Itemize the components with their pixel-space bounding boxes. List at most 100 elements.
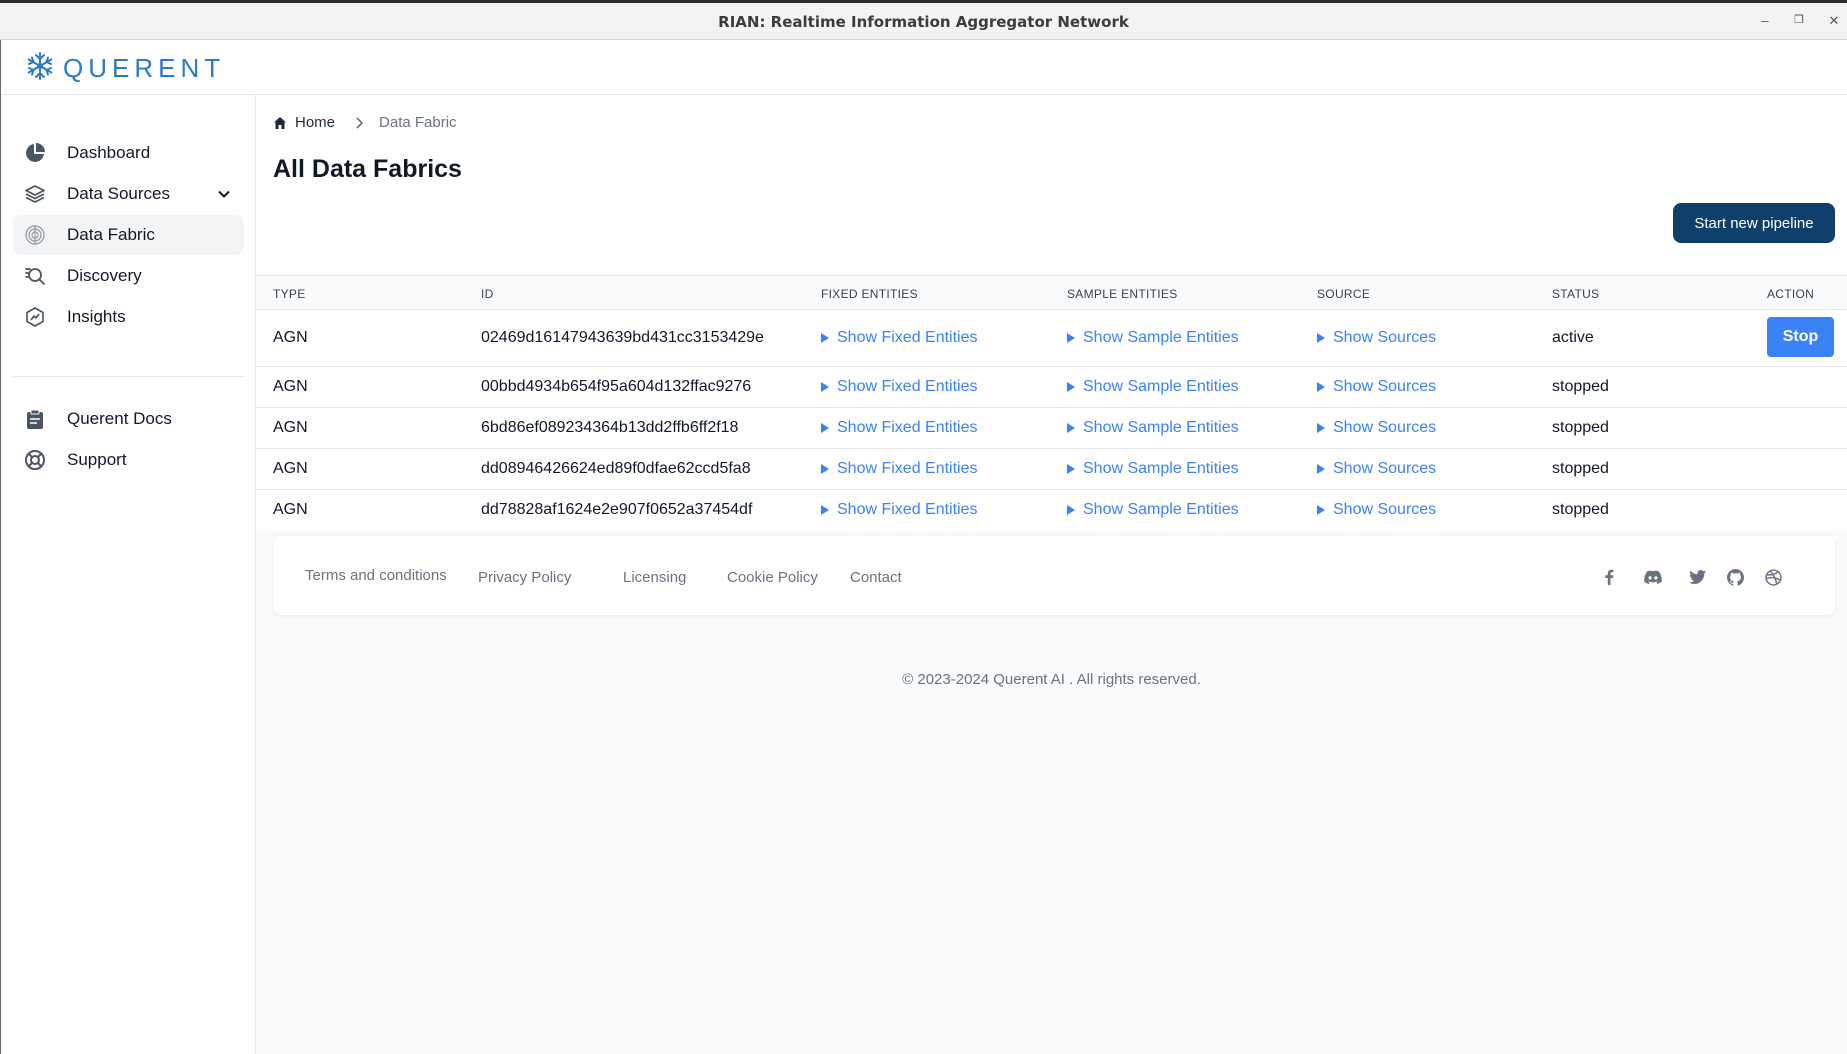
sidebar-item-dashboard[interactable]: Dashboard xyxy=(13,133,244,173)
table-header: TYPE ID FIXED ENTITIES SAMPLE ENTITIES S… xyxy=(256,275,1847,310)
sidebar-item-label: Data Fabric xyxy=(67,225,155,244)
cell-status: stopped xyxy=(1552,378,1609,395)
show-sources-link[interactable]: Show Sources xyxy=(1317,329,1436,347)
brand-name: QUERENT xyxy=(63,52,226,83)
sidebar-item-discovery[interactable]: Discovery xyxy=(13,256,244,296)
breadcrumb-home[interactable]: Home xyxy=(273,114,335,131)
table-row: AGN 02469d16147943639bd431cc3153429e Sho… xyxy=(256,310,1847,367)
sidebar-item-querent-docs[interactable]: Querent Docs xyxy=(13,399,244,439)
layers-icon xyxy=(23,182,47,206)
cell-status: stopped xyxy=(1552,460,1609,477)
sidebar-divider xyxy=(13,376,244,377)
show-sample-entities-link[interactable]: Show Sample Entities xyxy=(1067,419,1239,437)
table-row: AGN dd78828af1624e2e907f0652a37454df Sho… xyxy=(256,490,1847,531)
chevron-right-icon xyxy=(355,116,365,130)
column-header-id: ID xyxy=(481,287,494,301)
sidebar-item-data-sources[interactable]: Data Sources xyxy=(13,174,244,214)
table-row: AGN 00bbd4934b654f95a604d132ffac9276 Sho… xyxy=(256,367,1847,408)
show-sources-link[interactable]: Show Sources xyxy=(1317,378,1436,396)
pie-chart-icon xyxy=(23,141,47,165)
show-fixed-entities-link[interactable]: Show Fixed Entities xyxy=(821,419,978,437)
sidebar-item-data-fabric[interactable]: Data Fabric xyxy=(13,215,244,255)
show-sources-link[interactable]: Show Sources xyxy=(1317,460,1436,478)
show-sample-entities-link[interactable]: Show Sample Entities xyxy=(1067,378,1239,396)
footer-link-licensing[interactable]: Licensing xyxy=(623,569,686,586)
column-header-action: ACTION xyxy=(1767,287,1815,301)
caret-right-icon xyxy=(1067,423,1075,433)
link-label: Show Sample Entities xyxy=(1083,460,1239,477)
chevron-down-icon[interactable] xyxy=(214,184,234,209)
caret-right-icon xyxy=(1317,464,1325,474)
link-label: Show Sample Entities xyxy=(1083,378,1239,395)
caret-right-icon xyxy=(1067,333,1075,343)
show-sample-entities-link[interactable]: Show Sample Entities xyxy=(1067,329,1239,347)
footer-link-cookie[interactable]: Cookie Policy xyxy=(727,569,818,586)
github-icon[interactable] xyxy=(1726,568,1744,586)
facebook-icon[interactable] xyxy=(1600,568,1618,586)
caret-right-icon xyxy=(821,423,829,433)
breadcrumb-current: Data Fabric xyxy=(379,114,457,131)
cell-status: active xyxy=(1552,329,1594,346)
fingerprint-icon xyxy=(23,223,47,247)
start-new-pipeline-button[interactable]: Start new pipeline xyxy=(1673,203,1835,243)
window-titlebar: RIAN: Realtime Information Aggregator Ne… xyxy=(0,0,1847,40)
caret-right-icon xyxy=(1317,423,1325,433)
show-sources-link[interactable]: Show Sources xyxy=(1317,419,1436,437)
stop-button[interactable]: Stop xyxy=(1767,317,1834,357)
discord-icon[interactable] xyxy=(1644,568,1662,586)
cell-id: dd78828af1624e2e907f0652a37454df xyxy=(481,501,753,518)
link-label: Show Sources xyxy=(1333,460,1437,477)
link-label: Show Fixed Entities xyxy=(837,419,978,436)
copyright: © 2023-2024 Querent AI . All rights rese… xyxy=(902,671,1201,688)
page-header: Home Data Fabric All Data Fabrics Start … xyxy=(256,95,1847,275)
clipboard-icon xyxy=(23,407,47,431)
footer-link-privacy[interactable]: Privacy Policy xyxy=(478,569,571,586)
sidebar-item-label: Data Sources xyxy=(67,184,170,203)
close-icon[interactable]: ✕ xyxy=(1824,13,1844,29)
minimize-icon[interactable]: – xyxy=(1755,13,1775,28)
show-fixed-entities-link[interactable]: Show Fixed Entities xyxy=(821,501,978,519)
brand-logo[interactable]: QUERENT xyxy=(25,51,226,86)
column-header-source: SOURCE xyxy=(1317,287,1371,301)
breadcrumb: Home Data Fabric xyxy=(273,114,457,131)
lifebuoy-icon xyxy=(23,448,47,472)
restore-icon[interactable]: ❐ xyxy=(1789,13,1809,26)
sidebar-item-insights[interactable]: Insights xyxy=(13,297,244,337)
column-header-status: STATUS xyxy=(1552,287,1600,301)
show-fixed-entities-link[interactable]: Show Fixed Entities xyxy=(821,460,978,478)
sidebar-item-label: Querent Docs xyxy=(67,409,172,428)
show-sources-link[interactable]: Show Sources xyxy=(1317,501,1436,519)
hexagon-chart-icon xyxy=(23,305,47,329)
app-header: QUERENT xyxy=(1,40,1847,95)
link-label: Show Sample Entities xyxy=(1083,419,1239,436)
cell-type: AGN xyxy=(273,501,308,518)
window-title: RIAN: Realtime Information Aggregator Ne… xyxy=(718,13,1129,31)
breadcrumb-home-label: Home xyxy=(295,114,336,131)
show-sample-entities-link[interactable]: Show Sample Entities xyxy=(1067,460,1239,478)
snowflake-logo-icon xyxy=(25,51,55,86)
cell-status: stopped xyxy=(1552,419,1609,436)
home-icon xyxy=(273,116,287,130)
dribbble-icon[interactable] xyxy=(1764,568,1782,586)
twitter-icon[interactable] xyxy=(1688,568,1706,586)
show-sample-entities-link[interactable]: Show Sample Entities xyxy=(1067,501,1239,519)
caret-right-icon xyxy=(821,505,829,515)
footer-link-contact[interactable]: Contact xyxy=(850,569,902,586)
table-row: AGN 6bd86ef089234364b13dd2ffb6ff2f18 Sho… xyxy=(256,408,1847,449)
footer: Terms and conditions Privacy Policy Lice… xyxy=(273,536,1835,615)
caret-right-icon xyxy=(1067,505,1075,515)
link-label: Show Fixed Entities xyxy=(837,460,978,477)
column-header-type: TYPE xyxy=(273,287,306,301)
show-fixed-entities-link[interactable]: Show Fixed Entities xyxy=(821,378,978,396)
show-fixed-entities-link[interactable]: Show Fixed Entities xyxy=(821,329,978,347)
cell-id: 02469d16147943639bd431cc3153429e xyxy=(481,329,764,346)
link-label: Show Sample Entities xyxy=(1083,329,1239,346)
sidebar: Dashboard Data Sources Data Fabric Disco… xyxy=(1,95,256,1054)
sidebar-item-support[interactable]: Support xyxy=(13,440,244,480)
link-label: Show Sources xyxy=(1333,329,1437,346)
footer-link-terms[interactable]: Terms and conditions xyxy=(305,567,447,584)
search-document-icon xyxy=(23,264,47,288)
main-content: Home Data Fabric All Data Fabrics Start … xyxy=(256,95,1847,1054)
link-label: Show Fixed Entities xyxy=(837,501,978,518)
page-title: All Data Fabrics xyxy=(273,155,462,183)
